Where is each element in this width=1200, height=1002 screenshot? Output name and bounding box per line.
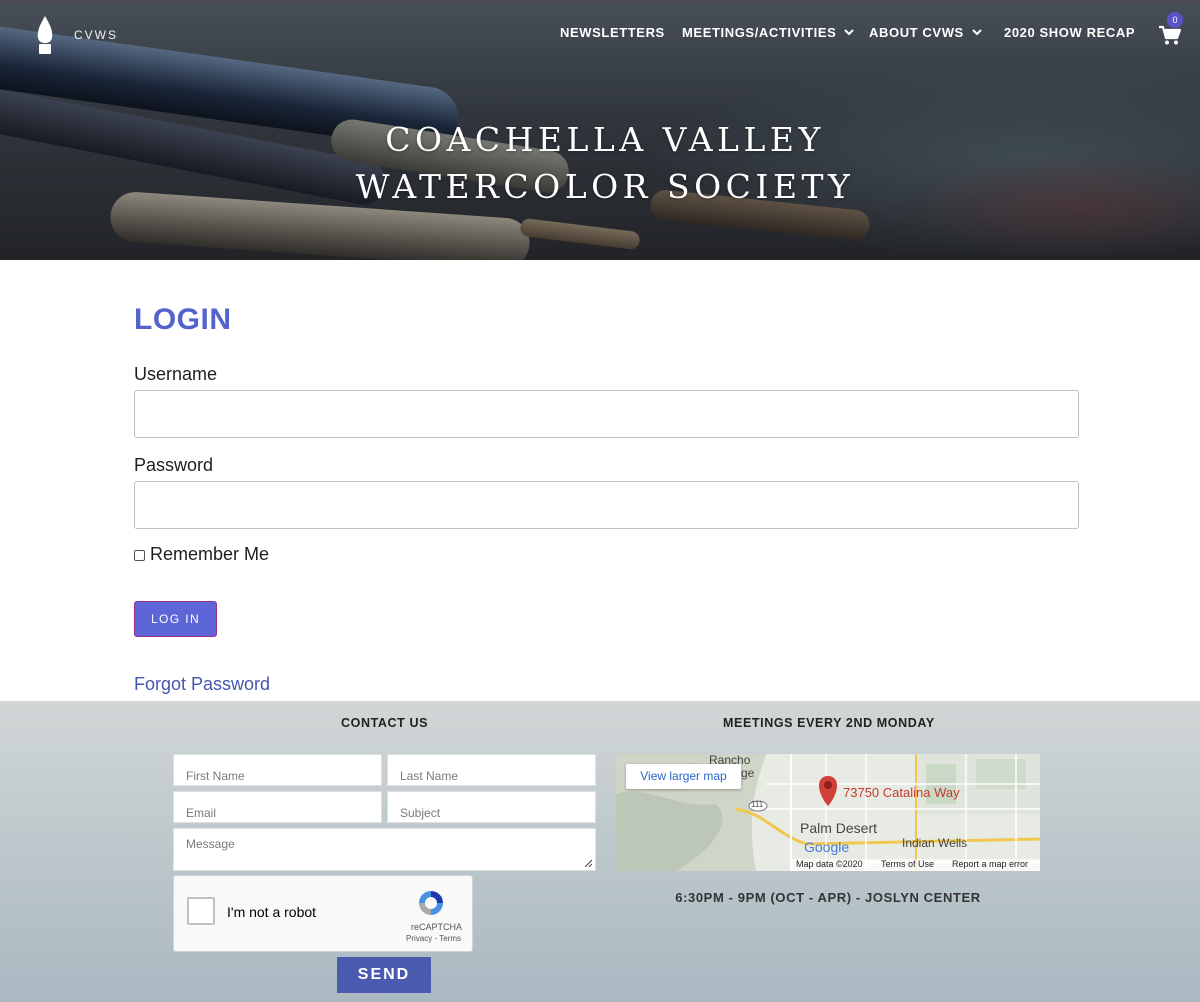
map-footer: Map data ©2020 Terms of Use Report a map… (790, 859, 1040, 871)
highway-111-label: 111 (751, 800, 764, 809)
log-in-button[interactable]: LOG IN (134, 601, 217, 637)
recaptcha-logo-icon (419, 891, 443, 915)
password-input[interactable] (134, 481, 1079, 529)
resize-handle-icon[interactable] (584, 859, 592, 867)
google-logo-text: Google (804, 839, 850, 855)
meeting-time-text: 6:30PM - 9PM (OCT - APR) - JOSLYN CENTER (675, 890, 981, 905)
map-report-error-link[interactable]: Report a map error (952, 859, 1028, 869)
username-label: Username (134, 364, 218, 384)
map-address-label: 73750 Catalina Way (843, 785, 960, 800)
nav-label: ABOUT CVWS (869, 25, 964, 40)
message-field[interactable]: Message (173, 828, 596, 871)
site-logo-text[interactable]: CVWS (74, 28, 118, 42)
brush-tip-logo-icon[interactable] (35, 16, 55, 54)
top-border (0, 0, 1200, 4)
recaptcha-label: I'm not a robot (227, 904, 317, 920)
map-data-credit: Map data ©2020 (796, 859, 863, 869)
recaptcha-widget: I'm not a robot reCAPTCHA Privacy - Term… (173, 875, 473, 952)
cart-count-badge: 0 (1167, 12, 1183, 28)
nav-label: 2020 SHOW RECAP (1004, 25, 1136, 40)
shopping-cart-icon[interactable] (1158, 24, 1182, 46)
nav-2020-show-recap[interactable]: 2020 SHOW RECAP (1004, 25, 1135, 40)
message-placeholder: Message (186, 837, 235, 851)
email-field[interactable]: Email (173, 791, 382, 823)
map-label-palm-desert: Palm Desert (800, 820, 878, 836)
site-title-line2: WATERCOLOR SOCIETY (355, 167, 855, 206)
remember-me-checkbox[interactable] (134, 549, 145, 561)
recaptcha-checkbox[interactable] (187, 897, 215, 925)
last-name-field[interactable]: Last Name (387, 754, 596, 786)
map-terms-link[interactable]: Terms of Use (881, 859, 934, 869)
google-logo: Google (804, 839, 849, 855)
location-map[interactable]: View larger map Rancho ge 111 73750 Cata… (616, 754, 1040, 871)
hero-banner: CVWS NEWSLETTERS MEETINGS/ACTIVITIES ABO… (0, 0, 1200, 260)
nav-label: MEETINGS/ACTIVITIES (682, 25, 837, 40)
subject-field[interactable]: Subject (387, 791, 596, 823)
site-title-line1: COACHELLA VALLEY (385, 120, 825, 159)
nav-meetings-activities[interactable]: MEETINGS/ACTIVITIES (682, 25, 855, 40)
site-title: COACHELLA VALLEY WATERCOLOR SOCIETY (0, 116, 1200, 210)
nav-label: NEWSLETTERS (560, 25, 665, 40)
send-button[interactable]: SEND (337, 957, 431, 993)
forgot-password-link[interactable]: Forgot Password (134, 674, 270, 695)
chevron-down-icon (844, 29, 855, 36)
first-name-field[interactable]: First Name (173, 754, 382, 786)
password-label: Password (134, 455, 214, 475)
username-input[interactable] (134, 390, 1079, 438)
meetings-heading: MEETINGS EVERY 2ND MONDAY (723, 716, 935, 730)
view-larger-map-link[interactable]: View larger map (626, 764, 741, 789)
remember-me-label: Remember Me (150, 544, 270, 564)
chevron-down-icon (972, 29, 982, 36)
remember-me-row[interactable]: Remember Me (134, 544, 269, 565)
nav-about-cvws[interactable]: ABOUT CVWS (869, 25, 982, 40)
login-heading: LOGIN (134, 303, 232, 336)
recaptcha-privacy-terms[interactable]: Privacy - Terms (174, 934, 461, 943)
map-label-rancho-partial: ge (741, 766, 755, 780)
map-label-indian-wells: Indian Wells (902, 836, 968, 850)
nav-newsletters[interactable]: NEWSLETTERS (560, 25, 665, 40)
recaptcha-brand: reCAPTCHA (410, 922, 462, 932)
contact-us-heading: CONTACT US (341, 716, 429, 730)
